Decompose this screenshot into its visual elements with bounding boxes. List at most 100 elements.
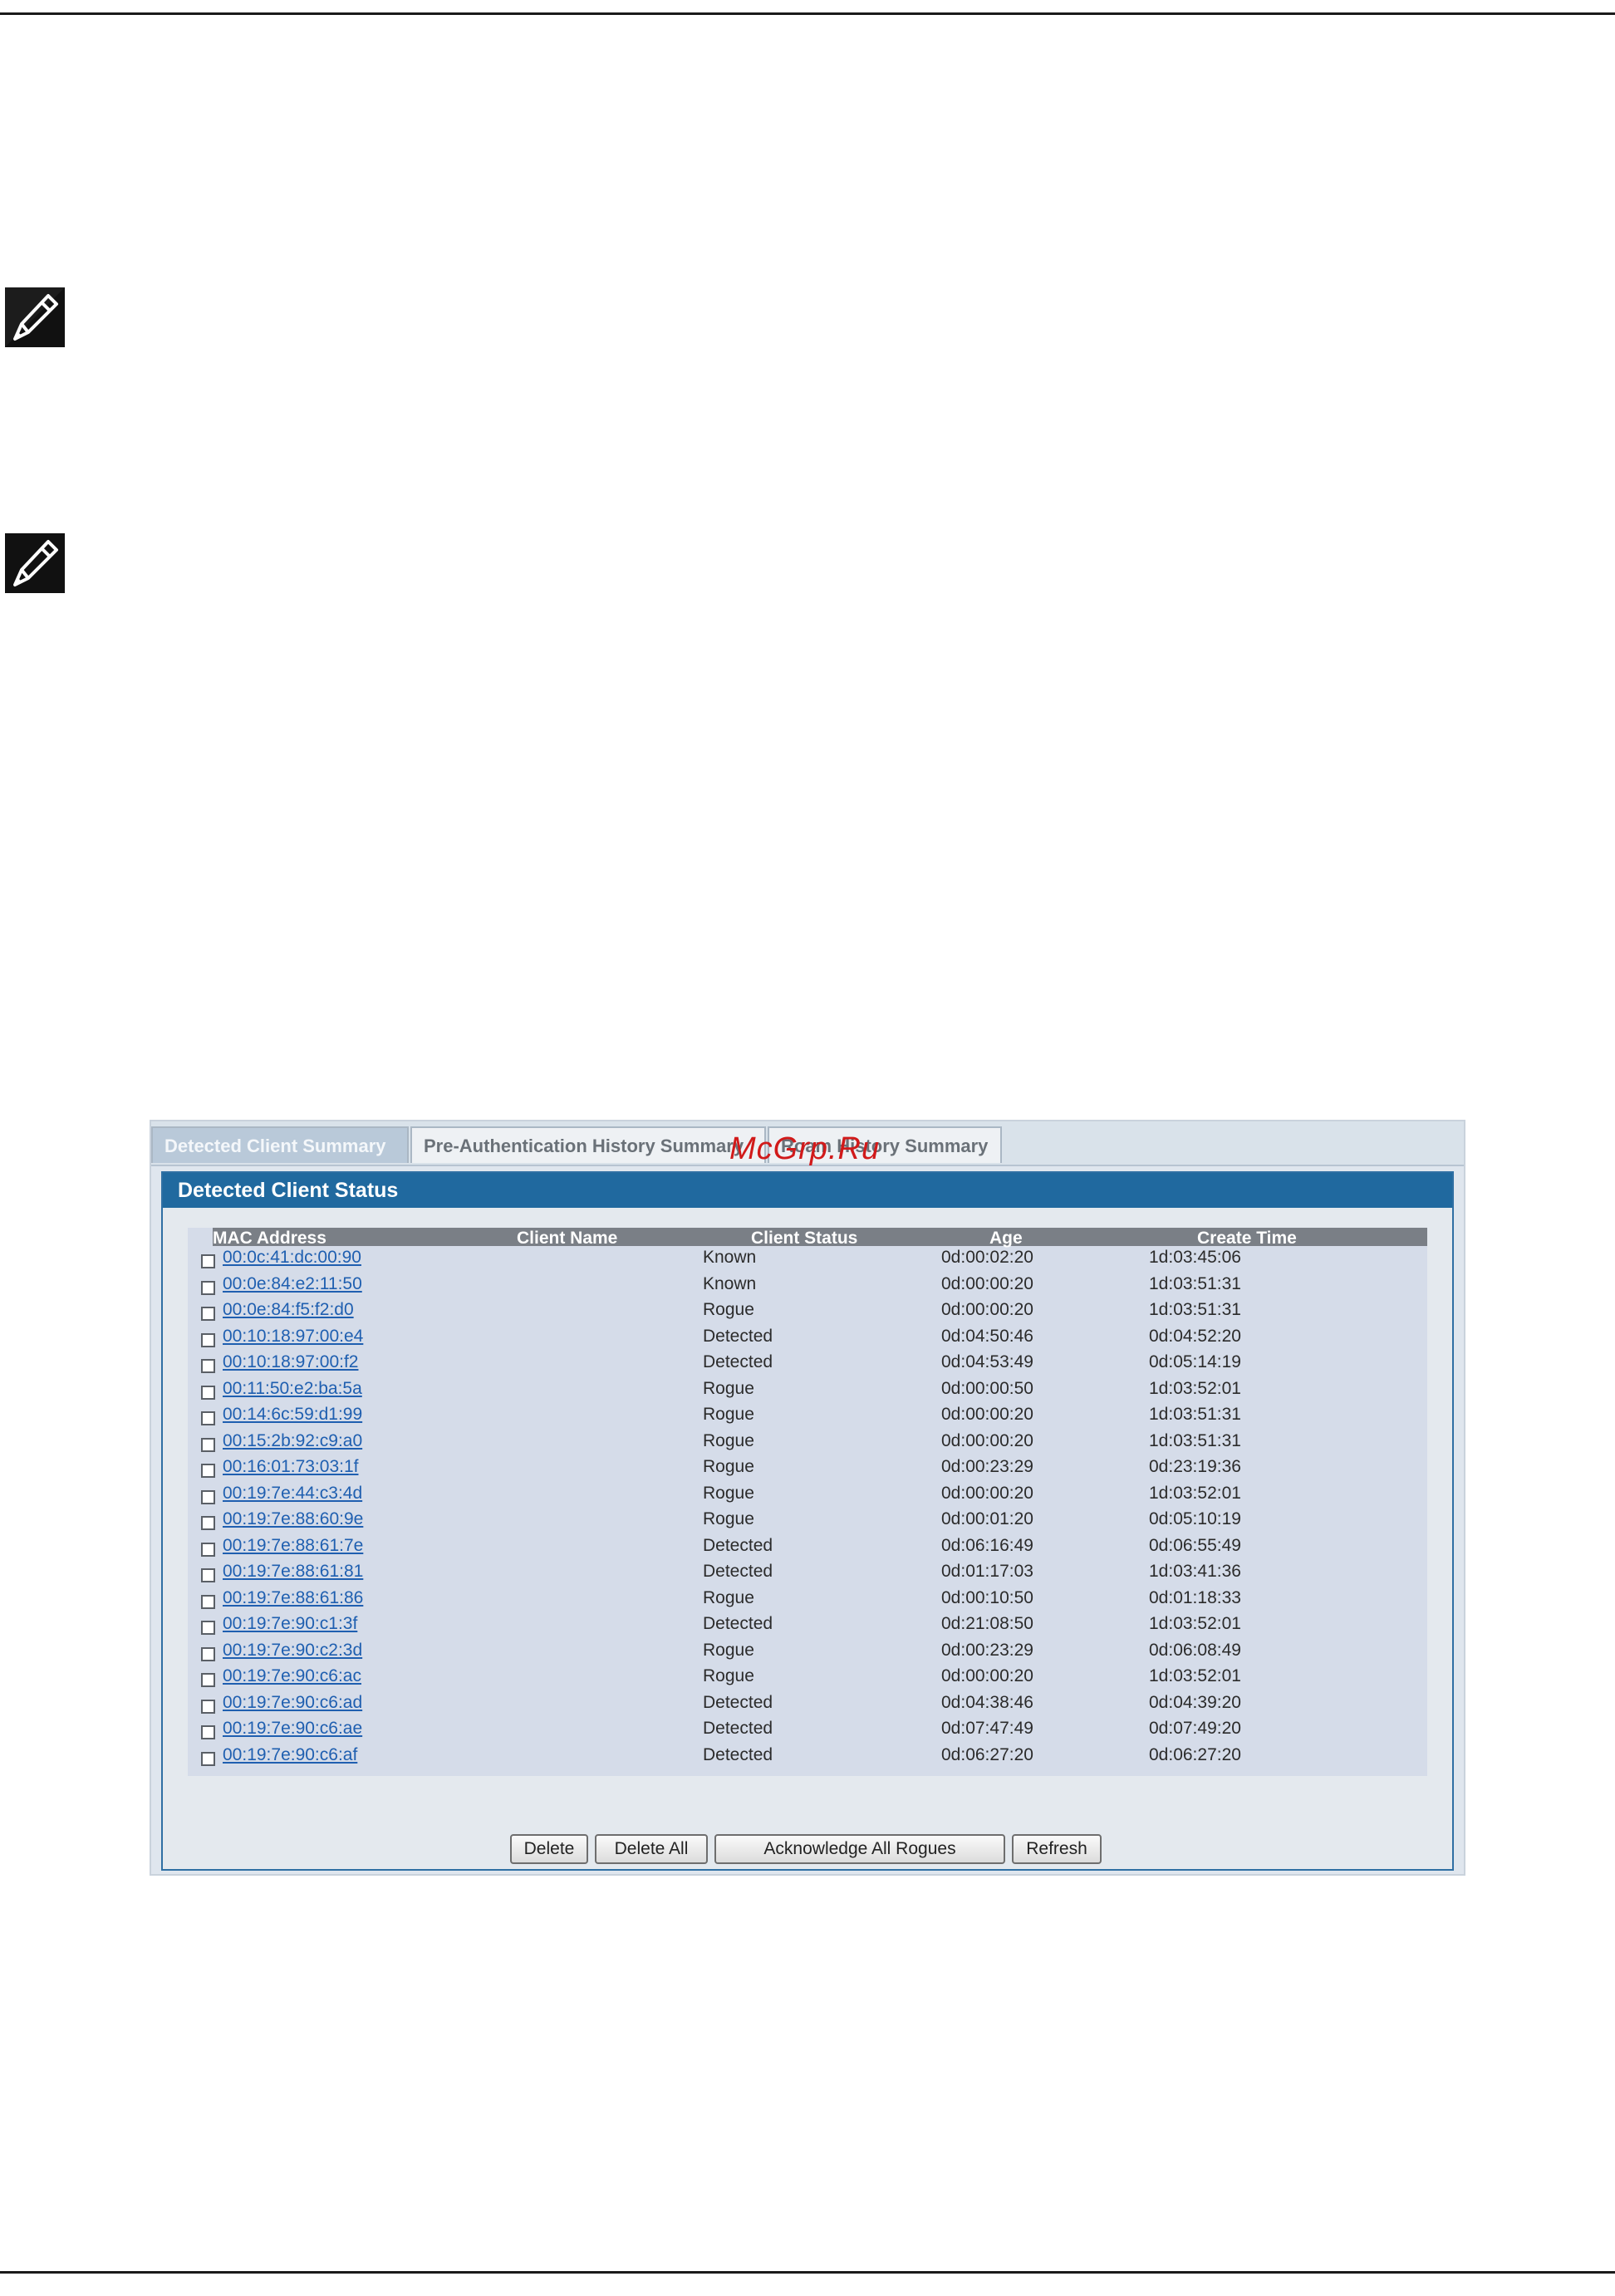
table-row: 00:15:2b:92:c9:a0 Rogue 0d:00:00:20 1d:03:5… (188, 1430, 1427, 1456)
tab-pre-authentication-history-summary[interactable]: Pre-Authentication History Summary (410, 1126, 766, 1163)
mac-address-link[interactable]: 00:10:18:97:00:e4 (223, 1327, 363, 1347)
mac-address-link[interactable]: 00:0e:84:f5:f2:d0 (223, 1300, 354, 1320)
client-status-cell: Known (703, 1248, 757, 1267)
row-checkbox[interactable] (201, 1751, 215, 1766)
mac-address-link[interactable]: 00:19:7e:44:c3:4d (223, 1484, 362, 1504)
row-checkbox[interactable] (201, 1359, 215, 1373)
mac-address-link[interactable]: 00:19:7e:90:c6:ae (223, 1719, 362, 1739)
create-time-cell: 0d:23:19:36 (1149, 1457, 1241, 1476)
create-time-cell: 1d:03:51:31 (1149, 1405, 1241, 1424)
age-cell: 0d:00:00:20 (941, 1666, 1033, 1685)
table-row: 00:10:18:97:00:f2 Detected 0d:04:53:49 0d:0… (188, 1351, 1427, 1377)
age-cell: 0d:00:02:20 (941, 1248, 1033, 1267)
create-time-cell: 0d:06:55:49 (1149, 1535, 1241, 1555)
row-checkbox[interactable] (201, 1621, 215, 1635)
table-row: 00:19:7e:90:c6:ac Rogue 0d:00:00:20 1d:03:5… (188, 1665, 1427, 1691)
mac-address-link[interactable]: 00:16:01:73:03:1f (223, 1457, 358, 1477)
delete-button[interactable]: Delete (510, 1834, 588, 1864)
mac-address-link[interactable]: 00:19:7e:90:c2:3d (223, 1641, 362, 1661)
row-checkbox[interactable] (201, 1673, 215, 1687)
row-checkbox[interactable] (201, 1307, 215, 1321)
age-cell: 0d:01:17:03 (941, 1562, 1033, 1581)
tab-detected-client-summary[interactable]: Detected Client Summary (151, 1126, 409, 1163)
create-time-cell: 0d:07:49:20 (1149, 1719, 1241, 1738)
refresh-button[interactable]: Refresh (1012, 1834, 1102, 1864)
top-rule (0, 12, 1615, 15)
client-status-cell: Rogue (703, 1430, 754, 1450)
create-time-cell: 1d:03:52:01 (1149, 1378, 1241, 1398)
client-status-cell: Rogue (703, 1405, 754, 1424)
row-checkbox[interactable] (201, 1646, 215, 1661)
row-checkbox[interactable] (201, 1385, 215, 1400)
age-cell: 0d:00:23:29 (941, 1640, 1033, 1660)
mac-address-link[interactable]: 00:19:7e:88:61:7e (223, 1536, 363, 1556)
client-status-cell: Rogue (703, 1457, 754, 1476)
detected-client-panel: Detected Client Summary Pre-Authenticati… (150, 1120, 1465, 1876)
create-time-cell: 0d:05:10:19 (1149, 1509, 1241, 1528)
row-checkbox[interactable] (201, 1568, 215, 1582)
create-time-cell: 1d:03:52:01 (1149, 1666, 1241, 1685)
client-status-cell: Rogue (703, 1640, 754, 1660)
age-cell: 0d:00:10:50 (941, 1587, 1033, 1607)
row-checkbox[interactable] (201, 1280, 215, 1295)
mac-address-link[interactable]: 00:19:7e:90:c6:af (223, 1745, 357, 1765)
mac-address-link[interactable]: 00:14:6c:59:d1:99 (223, 1405, 362, 1425)
table-row: 00:0c:41:dc:00:90 Known 0d:00:02:20 1d:03:4… (188, 1246, 1427, 1273)
client-status-cell: Rogue (703, 1483, 754, 1503)
table-row: 00:19:7e:88:61:81 Detected 0d:01:17:03 1d:0… (188, 1560, 1427, 1587)
age-cell: 0d:21:08:50 (941, 1614, 1033, 1633)
row-checkbox[interactable] (201, 1489, 215, 1504)
create-time-cell: 1d:03:51:31 (1149, 1300, 1241, 1319)
mac-address-link[interactable]: 00:19:7e:90:c6:ad (223, 1693, 362, 1713)
mac-address-link[interactable]: 00:0c:41:dc:00:90 (223, 1248, 361, 1268)
client-status-cell: Known (703, 1273, 757, 1293)
mac-address-link[interactable]: 00:15:2b:92:c9:a0 (223, 1431, 362, 1451)
row-checkbox[interactable] (201, 1542, 215, 1557)
table-row: 00:10:18:97:00:e4 Detected 0d:04:50:46 0d:0… (188, 1325, 1427, 1352)
age-cell: 0d:04:38:46 (941, 1692, 1033, 1712)
mac-address-link[interactable]: 00:19:7e:88:61:81 (223, 1562, 363, 1582)
table-row: 00:0e:84:e2:11:50 Known 0d:00:00:20 1d:03:5… (188, 1273, 1427, 1299)
row-checkbox[interactable] (201, 1254, 215, 1268)
mac-address-link[interactable]: 00:19:7e:90:c6:ac (223, 1666, 361, 1686)
create-time-cell: 0d:05:14:19 (1149, 1352, 1241, 1371)
client-status-cell: Detected (703, 1614, 773, 1633)
acknowledge-all-rogues-button[interactable]: Acknowledge All Rogues (714, 1834, 1005, 1864)
mac-address-link[interactable]: 00:10:18:97:00:f2 (223, 1352, 358, 1372)
table-row: 00:19:7e:90:c6:ae Detected 0d:07:47:49 0d:0… (188, 1717, 1427, 1744)
row-checkbox[interactable] (201, 1725, 215, 1739)
create-time-cell: 1d:03:52:01 (1149, 1483, 1241, 1503)
mac-address-link[interactable]: 00:19:7e:90:c1:3f (223, 1614, 357, 1634)
note-pencil-icon (2, 284, 68, 351)
client-status-cell: Detected (703, 1562, 773, 1581)
row-checkbox[interactable] (201, 1516, 215, 1530)
age-cell: 0d:06:16:49 (941, 1535, 1033, 1555)
delete-all-button[interactable]: Delete All (595, 1834, 708, 1864)
create-time-cell: 0d:01:18:33 (1149, 1587, 1241, 1607)
mac-address-link[interactable]: 00:19:7e:88:61:86 (223, 1588, 363, 1608)
row-checkbox[interactable] (201, 1411, 215, 1425)
create-time-cell: 1d:03:52:01 (1149, 1614, 1241, 1633)
age-cell: 0d:00:00:20 (941, 1483, 1033, 1503)
row-checkbox[interactable] (201, 1464, 215, 1478)
table-row: 00:19:7e:90:c1:3f Detected 0d:21:08:50 1d:0… (188, 1612, 1427, 1639)
row-checkbox[interactable] (201, 1437, 215, 1452)
mac-address-link[interactable]: 00:0e:84:e2:11:50 (223, 1274, 362, 1294)
client-status-cell: Detected (703, 1352, 773, 1371)
row-checkbox[interactable] (201, 1332, 215, 1347)
row-checkbox[interactable] (201, 1594, 215, 1609)
create-time-cell: 1d:03:51:31 (1149, 1273, 1241, 1293)
table-row: 00:11:50:e2:ba:5a Rogue 0d:00:00:50 1d:03:5… (188, 1377, 1427, 1404)
create-time-cell: 0d:04:39:20 (1149, 1692, 1241, 1712)
watermark: McGrp.Ru (729, 1131, 881, 1166)
age-cell: 0d:04:50:46 (941, 1326, 1033, 1346)
table-row: 00:19:7e:44:c3:4d Rogue 0d:00:00:20 1d:03:5… (188, 1482, 1427, 1509)
row-checkbox[interactable] (201, 1699, 215, 1714)
age-cell: 0d:07:47:49 (941, 1719, 1033, 1738)
action-buttons: Delete Delete All Acknowledge All Rogues… (151, 1834, 1467, 1867)
create-time-cell: 1d:03:41:36 (1149, 1562, 1241, 1581)
mac-address-link[interactable]: 00:19:7e:88:60:9e (223, 1509, 363, 1529)
age-cell: 0d:00:00:50 (941, 1378, 1033, 1398)
mac-address-link[interactable]: 00:11:50:e2:ba:5a (223, 1379, 362, 1399)
age-cell: 0d:00:00:20 (941, 1300, 1033, 1319)
